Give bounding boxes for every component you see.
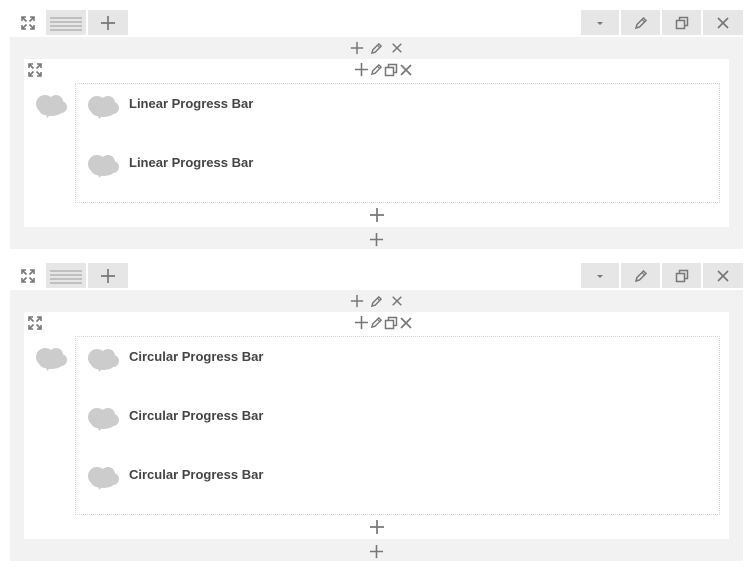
drag-handle-icon [49, 15, 83, 31]
cloud-icon [34, 346, 68, 372]
plus-icon [369, 207, 385, 223]
expand-icon [28, 63, 42, 77]
row-edit-button[interactable] [370, 41, 384, 55]
pencil-icon [370, 42, 383, 55]
caret-down-icon [595, 18, 605, 28]
close-icon[interactable] [399, 63, 413, 77]
plus-icon [369, 544, 384, 559]
pencil-icon[interactable] [370, 316, 383, 329]
plus-icon [100, 268, 116, 284]
add-module-button[interactable] [24, 515, 729, 539]
module-label: Circular Progress Bar [129, 349, 264, 364]
section-expand-button[interactable] [10, 10, 45, 35]
add-row-button[interactable] [10, 539, 743, 564]
row: Circular Progress Bar Circular Progress … [24, 312, 729, 539]
section-menu-button[interactable] [581, 263, 619, 288]
column-expand-button[interactable] [28, 316, 42, 335]
duplicate-icon [675, 16, 689, 30]
pencil-icon[interactable] [370, 63, 383, 76]
module-label: Circular Progress Bar [129, 467, 264, 482]
cloud-icon [86, 465, 120, 491]
column-controls [354, 315, 413, 330]
duplicate-icon[interactable] [384, 316, 398, 330]
column-header [24, 312, 729, 336]
row-edit-button[interactable] [370, 294, 384, 308]
section-edit-button[interactable] [621, 263, 660, 288]
plus-icon[interactable] [354, 62, 369, 77]
section-duplicate-button[interactable] [662, 10, 701, 35]
module-label: Linear Progress Bar [129, 155, 254, 170]
add-row-button[interactable] [10, 227, 743, 252]
module-label: Circular Progress Bar [129, 408, 264, 423]
close-icon [391, 42, 403, 54]
pencil-icon [370, 295, 383, 308]
cloud-icon [86, 347, 120, 373]
section-menu-button[interactable] [581, 10, 619, 35]
plus-icon[interactable] [354, 315, 369, 330]
close-icon[interactable] [399, 316, 413, 330]
cloud-icon [86, 406, 120, 432]
row-delete-button[interactable] [390, 294, 404, 308]
close-icon [716, 269, 730, 283]
section-delete-button[interactable] [703, 10, 743, 35]
pencil-icon [634, 269, 648, 283]
section-edit-button[interactable] [621, 10, 660, 35]
drag-handle-icon [49, 268, 83, 284]
module-item[interactable]: Linear Progress Bar [76, 143, 719, 202]
pencil-icon [634, 16, 648, 30]
expand-icon [28, 316, 42, 330]
section-expand-button[interactable] [10, 263, 45, 288]
cloud-icon [86, 153, 120, 179]
plus-icon [369, 232, 384, 247]
row-add-button[interactable] [350, 294, 364, 308]
section-1: Linear Progress Bar Linear Progress Bar [10, 10, 743, 249]
section-duplicate-button[interactable] [662, 263, 701, 288]
column-expand-button[interactable] [28, 63, 42, 82]
row-controls [10, 37, 743, 59]
expand-icon [21, 269, 35, 283]
close-icon [716, 16, 730, 30]
section-toolbar [10, 263, 743, 290]
module-item[interactable]: Circular Progress Bar [76, 337, 719, 396]
section-drag-handle[interactable] [46, 10, 86, 35]
section-add-button[interactable] [88, 10, 128, 35]
column-content: Circular Progress Bar Circular Progress … [75, 336, 720, 515]
row-delete-button[interactable] [390, 41, 404, 55]
module-item[interactable]: Circular Progress Bar [76, 396, 719, 455]
section-toolbar [10, 10, 743, 37]
row: Linear Progress Bar Linear Progress Bar [24, 59, 729, 227]
module-label: Linear Progress Bar [129, 96, 254, 111]
section-delete-button[interactable] [703, 263, 743, 288]
row-add-button[interactable] [350, 41, 364, 55]
module-item[interactable]: Linear Progress Bar [76, 84, 719, 143]
module-item[interactable]: Circular Progress Bar [76, 455, 719, 514]
plus-icon [350, 294, 364, 308]
section-2: Circular Progress Bar Circular Progress … [10, 263, 743, 561]
duplicate-icon [675, 269, 689, 283]
section-drag-handle[interactable] [46, 263, 86, 288]
cloud-icon [86, 94, 120, 120]
plus-icon [350, 41, 364, 55]
duplicate-icon[interactable] [384, 63, 398, 77]
column-header [24, 59, 729, 83]
plus-icon [100, 15, 116, 31]
column-controls [354, 62, 413, 77]
caret-down-icon [595, 271, 605, 281]
column-content: Linear Progress Bar Linear Progress Bar [75, 83, 720, 203]
row-controls [10, 290, 743, 312]
plus-icon [369, 519, 385, 535]
expand-icon [21, 16, 35, 30]
section-add-button[interactable] [88, 263, 128, 288]
add-module-button[interactable] [24, 203, 729, 227]
cloud-icon [34, 93, 68, 119]
close-icon [391, 295, 403, 307]
